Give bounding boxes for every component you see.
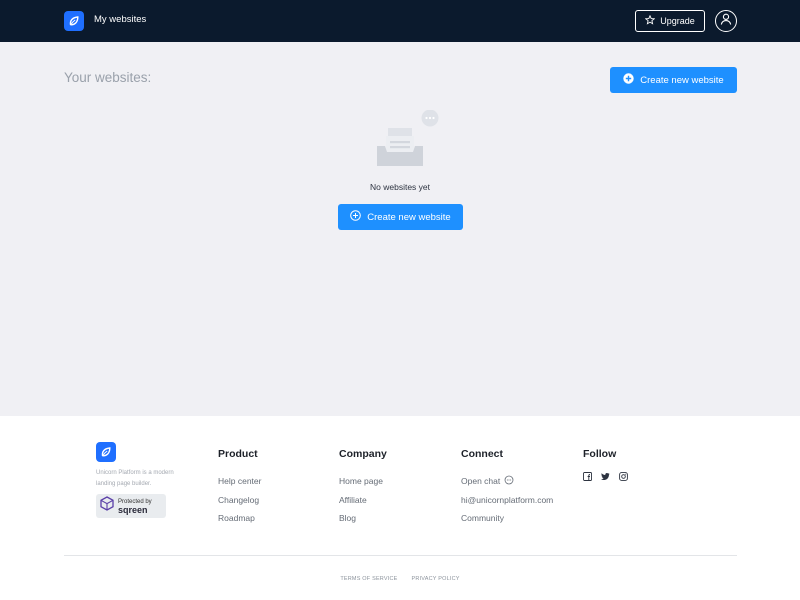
footer-col-product: Product Help center Changelog Roadmap: [218, 448, 261, 528]
unicorn-logo-icon[interactable]: [64, 11, 84, 31]
empty-inbox-icon: [370, 109, 442, 172]
page-title: Your websites:: [64, 70, 152, 85]
page-title-nav[interactable]: My websites: [94, 14, 146, 25]
link-email[interactable]: hi@unicornplatform.com: [461, 491, 553, 510]
footer-col-follow: Follow: [583, 448, 628, 481]
sqreen-badge[interactable]: Protected by sqreen: [96, 494, 166, 518]
link-community[interactable]: Community: [461, 509, 553, 528]
upgrade-button[interactable]: Upgrade: [635, 10, 705, 32]
badge-brand-text: sqreen: [118, 505, 148, 515]
link-changelog-label: Changelog: [218, 494, 260, 505]
link-roadmap-label: Roadmap: [218, 513, 255, 524]
user-avatar-button[interactable]: [715, 10, 737, 32]
link-open-chat[interactable]: Open chat: [461, 472, 553, 491]
user-icon: [719, 12, 733, 31]
link-changelog[interactable]: Changelog: [218, 491, 261, 510]
create-website-empty-button[interactable]: Create new website: [338, 204, 463, 230]
create-website-empty-label: Create new website: [367, 211, 451, 223]
link-community-label: Community: [461, 513, 504, 524]
social-links: [583, 472, 628, 481]
footer-description: Unicorn Platform is a modern landing pag…: [96, 470, 174, 487]
link-help-center[interactable]: Help center: [218, 472, 261, 491]
facebook-icon[interactable]: [583, 472, 592, 481]
footer-heading-product: Product: [218, 448, 258, 460]
unicorn-logo-icon[interactable]: [96, 442, 116, 462]
twitter-icon[interactable]: [601, 472, 610, 481]
link-affiliate[interactable]: Affiliate: [339, 491, 387, 510]
link-blog[interactable]: Blog: [339, 509, 387, 528]
top-navbar: My websites Upgrade: [0, 0, 800, 42]
terms-of-service-link[interactable]: TERMS OF SERVICE: [340, 576, 397, 582]
create-website-label: Create new website: [640, 74, 724, 86]
legal-links: TERMS OF SERVICE PRIVACY POLICY: [0, 576, 800, 582]
link-home-page-label: Home page: [339, 476, 383, 487]
privacy-policy-link[interactable]: PRIVACY POLICY: [412, 576, 460, 582]
sqreen-cube-icon: [100, 496, 114, 516]
instagram-icon[interactable]: [619, 472, 628, 481]
link-email-label: hi@unicornplatform.com: [461, 494, 554, 505]
footer-col-connect: Connect Open chat hi@unicornplatform.com…: [461, 448, 553, 528]
footer-col-company: Company Home page Affiliate Blog: [339, 448, 387, 528]
link-home-page[interactable]: Home page: [339, 472, 387, 491]
footer: Unicorn Platform is a modern landing pag…: [0, 416, 800, 600]
footer-divider: [64, 555, 737, 556]
empty-state-text: No websites yet: [370, 182, 430, 192]
link-open-chat-label: Open chat: [461, 476, 501, 487]
link-affiliate-label: Affiliate: [339, 494, 367, 505]
chat-bubble-icon: [504, 475, 514, 487]
main-content: Your websites: Create new website No web…: [0, 42, 800, 416]
link-blog-label: Blog: [339, 513, 357, 524]
link-help-center-label: Help center: [218, 476, 262, 487]
link-roadmap[interactable]: Roadmap: [218, 509, 261, 528]
footer-heading-company: Company: [339, 448, 387, 460]
create-website-button[interactable]: Create new website: [610, 67, 737, 93]
footer-heading-follow: Follow: [583, 448, 617, 460]
upgrade-label: Upgrade: [660, 16, 695, 26]
footer-heading-connect: Connect: [461, 448, 503, 460]
plus-circle-icon: [623, 73, 634, 87]
plus-circle-outline-icon: [350, 210, 362, 224]
star-icon: [644, 14, 656, 27]
